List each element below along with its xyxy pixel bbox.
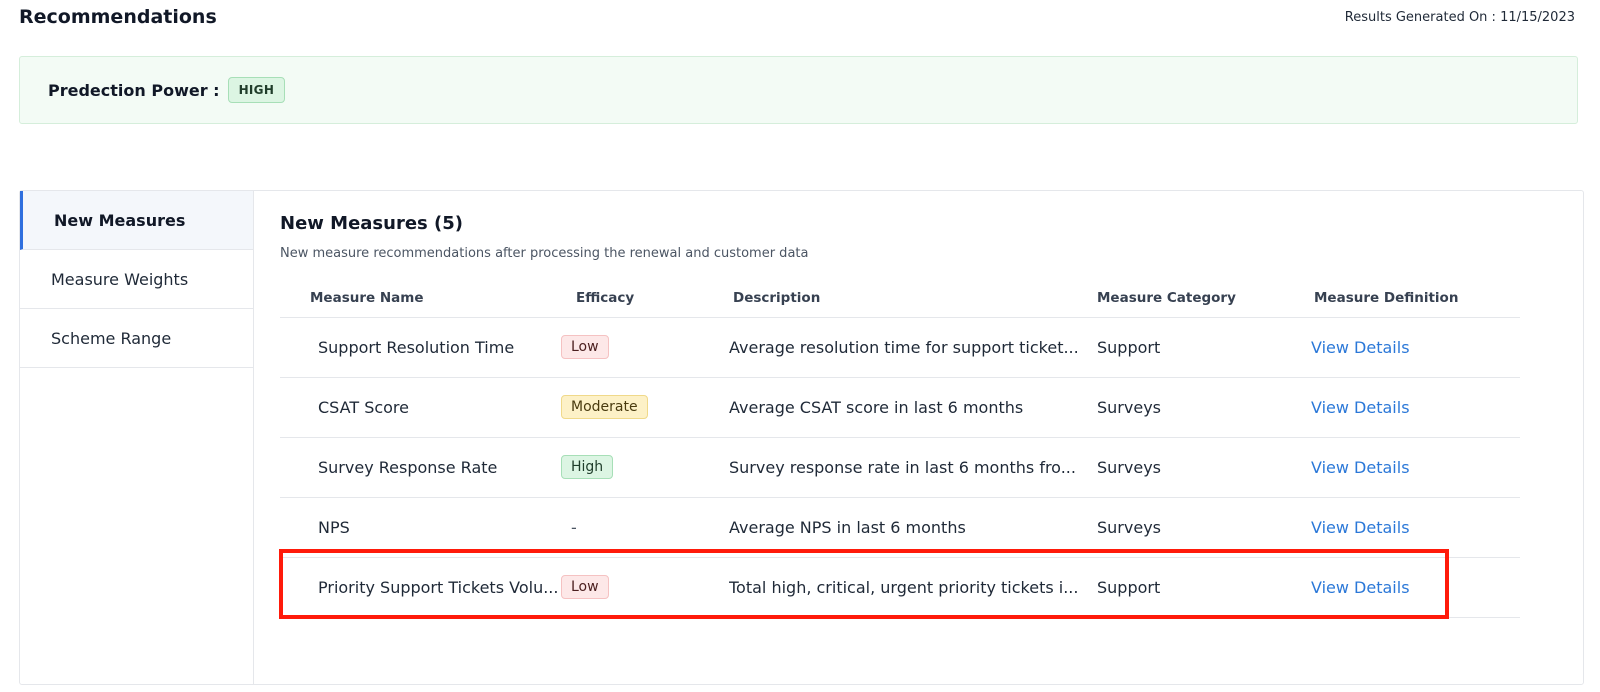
sidebar-item-measure-weights[interactable]: Measure Weights: [20, 250, 253, 309]
measure-description: Survey response rate in last 6 months fr…: [729, 437, 1097, 498]
measures-table: Measure Name Efficacy Description Measur…: [280, 279, 1520, 618]
efficacy-cell: Low: [561, 317, 729, 378]
table-row: Survey Response Rate High Survey respons…: [280, 437, 1520, 498]
measure-definition-cell: View Details: [1311, 557, 1520, 618]
table-row: NPS - Average NPS in last 6 months Surve…: [280, 497, 1520, 558]
prediction-power-badge: HIGH: [227, 77, 286, 103]
table-row: CSAT Score Moderate Average CSAT score i…: [280, 377, 1520, 438]
efficacy-empty: -: [571, 517, 577, 537]
table-row: Support Resolution Time Low Average reso…: [280, 317, 1520, 378]
table-row-highlighted: Priority Support Tickets Volu... Low Tot…: [280, 557, 1520, 618]
column-header-measure-definition: Measure Definition: [1311, 279, 1520, 318]
measure-definition-cell: View Details: [1311, 317, 1520, 378]
measure-description: Total high, critical, urgent priority ti…: [729, 557, 1097, 618]
efficacy-badge: Low: [561, 575, 609, 599]
column-header-efficacy: Efficacy: [561, 279, 729, 318]
sidebar-item-new-measures[interactable]: New Measures: [20, 191, 253, 250]
page-title: Recommendations: [19, 6, 217, 28]
measure-name: Survey Response Rate: [280, 437, 561, 498]
efficacy-cell: -: [561, 497, 729, 558]
view-details-link[interactable]: View Details: [1311, 458, 1410, 477]
measure-definition-cell: View Details: [1311, 377, 1520, 438]
measures-card: New Measures Measure Weights Scheme Rang…: [19, 190, 1584, 685]
column-header-measure-name: Measure Name: [280, 279, 561, 318]
efficacy-cell: High: [561, 437, 729, 498]
prediction-power-panel: Predection Power : HIGH: [19, 56, 1578, 124]
measure-name: Support Resolution Time: [280, 317, 561, 378]
measure-name: NPS: [280, 497, 561, 558]
section-subtitle: New measure recommendations after proces…: [280, 246, 809, 261]
measure-category: Surveys: [1097, 437, 1311, 498]
view-details-link[interactable]: View Details: [1311, 338, 1410, 357]
sidebar: New Measures Measure Weights Scheme Rang…: [20, 191, 254, 684]
efficacy-cell: Low: [561, 557, 729, 618]
measure-description: Average CSAT score in last 6 months: [729, 377, 1097, 438]
measure-name: CSAT Score: [280, 377, 561, 438]
measure-definition-cell: View Details: [1311, 497, 1520, 558]
measure-name: Priority Support Tickets Volu...: [280, 557, 561, 618]
view-details-link[interactable]: View Details: [1311, 518, 1410, 537]
measure-category: Support: [1097, 557, 1311, 618]
measure-definition-cell: View Details: [1311, 437, 1520, 498]
efficacy-cell: Moderate: [561, 377, 729, 438]
column-header-measure-category: Measure Category: [1097, 279, 1311, 318]
measure-category: Surveys: [1097, 497, 1311, 558]
sidebar-item-scheme-range[interactable]: Scheme Range: [20, 309, 253, 368]
section-title: New Measures (5): [280, 213, 464, 234]
prediction-power-label: Predection Power :: [48, 80, 220, 100]
efficacy-badge: Low: [561, 335, 609, 359]
measure-description: Average resolution time for support tick…: [729, 317, 1097, 378]
column-header-description: Description: [729, 279, 1097, 318]
view-details-link[interactable]: View Details: [1311, 398, 1410, 417]
table-header-row: Measure Name Efficacy Description Measur…: [280, 279, 1520, 318]
measure-category: Surveys: [1097, 377, 1311, 438]
view-details-link[interactable]: View Details: [1311, 578, 1410, 597]
results-generated-date: Results Generated On : 11/15/2023: [1344, 10, 1575, 25]
efficacy-badge: High: [561, 455, 614, 479]
efficacy-badge: Moderate: [561, 395, 648, 419]
measure-category: Support: [1097, 317, 1311, 378]
measure-description: Average NPS in last 6 months: [729, 497, 1097, 558]
